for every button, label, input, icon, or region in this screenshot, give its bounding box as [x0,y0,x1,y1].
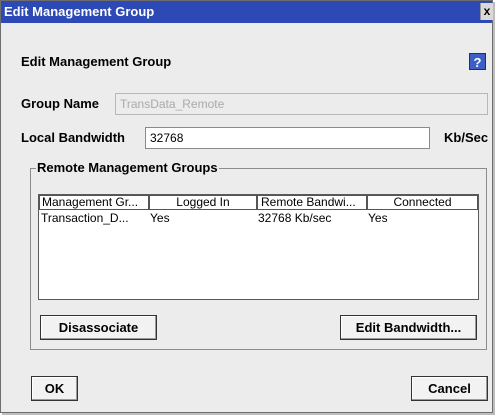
local-bandwidth-label: Local Bandwidth [21,130,125,145]
bandwidth-unit-label: Kb/Sec [444,130,489,145]
help-icon[interactable]: ? [469,53,486,70]
column-header-connected[interactable]: Connected [367,195,478,210]
local-bandwidth-input[interactable]: 32768 [145,127,430,149]
title-bar[interactable]: Edit Management Group x [1,1,493,23]
cell-remote-bandwidth: 32768 Kb/sec [258,211,332,225]
group-name-label: Group Name [21,96,100,111]
cancel-button[interactable]: Cancel [411,376,488,401]
disassociate-button[interactable]: Disassociate [40,315,157,340]
ok-button[interactable]: OK [31,376,78,401]
cell-management-group: Transaction_D... [41,211,129,225]
edit-bandwidth-button[interactable]: Edit Bandwidth... [340,315,477,340]
close-icon[interactable]: x [480,3,493,20]
remote-groups-title: Remote Management Groups [36,160,219,175]
column-header-management-group[interactable]: Management Gr... [39,195,149,210]
dialog-heading: Edit Management Group [21,54,172,69]
table-header: Management Gr... Logged In Remote Bandwi… [39,195,478,210]
group-name-field: TransData_Remote [115,93,488,115]
table-row[interactable]: Transaction_D... Yes 32768 Kb/sec Yes [39,211,478,226]
column-header-remote-bandwidth[interactable]: Remote Bandwi... [257,195,367,210]
window-title: Edit Management Group [4,4,155,19]
cell-connected: Yes [368,211,388,225]
cell-logged-in: Yes [150,211,170,225]
column-header-logged-in[interactable]: Logged In [149,195,257,210]
remote-groups-table[interactable]: Management Gr... Logged In Remote Bandwi… [38,194,479,300]
